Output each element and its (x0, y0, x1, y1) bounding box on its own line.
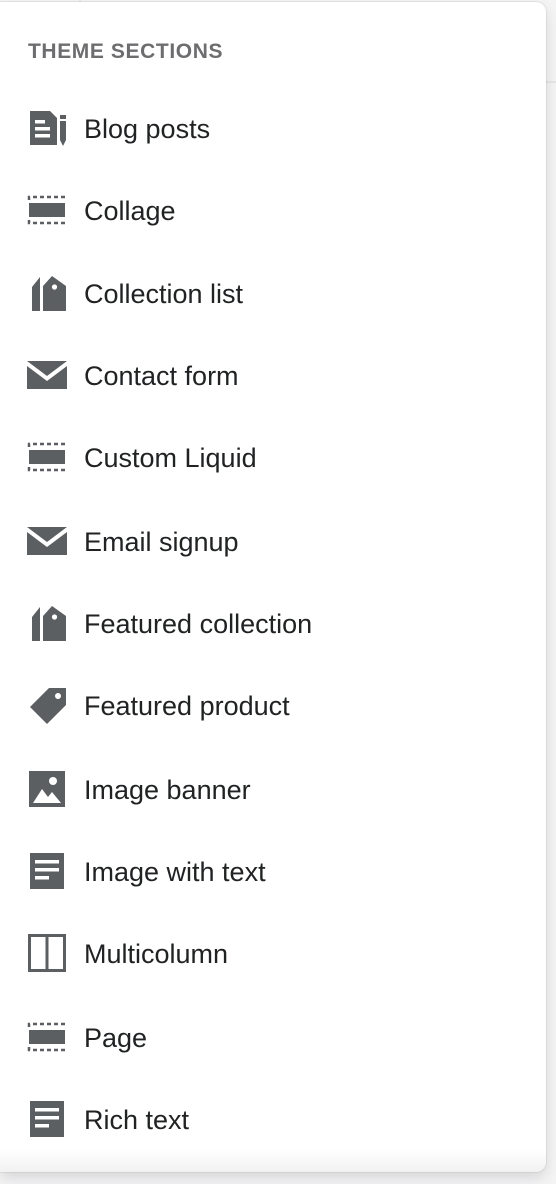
section-item-collection-list[interactable]: Collection list (0, 252, 546, 334)
section-item-featured-product[interactable]: Featured product (0, 664, 546, 746)
section-item-rich-text[interactable]: Rich text (0, 1078, 546, 1160)
section-item-custom-liquid[interactable]: Custom Liquid (0, 416, 546, 498)
section-item-multicolumn[interactable]: Multicolumn (0, 912, 546, 994)
tag-icon (26, 684, 68, 726)
theme-sections-panel: THEME SECTIONS Blog posts Collage Collec… (0, 2, 546, 1172)
section-item-label: Contact form (84, 361, 239, 391)
columns-icon (26, 932, 68, 974)
blog-icon (26, 107, 68, 149)
section-item-collage[interactable]: Collage (0, 169, 546, 251)
scroll-fade (0, 1150, 546, 1172)
envelope-icon (26, 520, 68, 562)
section-placeholder-icon (26, 436, 68, 478)
text-document-icon (26, 1098, 68, 1140)
section-item-featured-collection[interactable]: Featured collection (0, 582, 546, 664)
image-icon (26, 768, 68, 810)
collection-tags-icon (26, 272, 68, 314)
collection-tags-icon (26, 602, 68, 644)
section-item-page[interactable]: Page (0, 996, 546, 1078)
section-item-label: Page (84, 1023, 148, 1053)
section-item-label: Multicolumn (84, 939, 229, 969)
section-item-label: Image banner (84, 775, 251, 805)
section-item-label: Image with text (84, 857, 266, 887)
section-item-image-banner[interactable]: Image banner (0, 748, 546, 830)
section-placeholder-icon (26, 1016, 68, 1058)
text-document-icon (26, 850, 68, 892)
section-item-label: Blog posts (84, 114, 211, 144)
section-item-contact-form[interactable]: Contact form (0, 334, 546, 416)
section-item-label: Custom Liquid (84, 443, 257, 473)
section-item-image-with-text[interactable]: Image with text (0, 830, 546, 912)
section-heading: THEME SECTIONS (28, 40, 224, 63)
section-item-label: Email signup (84, 527, 239, 557)
section-item-label: Collage (84, 196, 176, 226)
section-item-label: Collection list (84, 279, 244, 309)
section-item-email-signup[interactable]: Email signup (0, 500, 546, 582)
section-item-blog-posts[interactable]: Blog posts (0, 87, 546, 169)
section-item-label: Featured product (84, 691, 290, 721)
section-placeholder-icon (26, 189, 68, 231)
envelope-icon (26, 354, 68, 396)
section-item-label: Featured collection (84, 609, 313, 639)
section-item-label: Rich text (84, 1105, 190, 1135)
